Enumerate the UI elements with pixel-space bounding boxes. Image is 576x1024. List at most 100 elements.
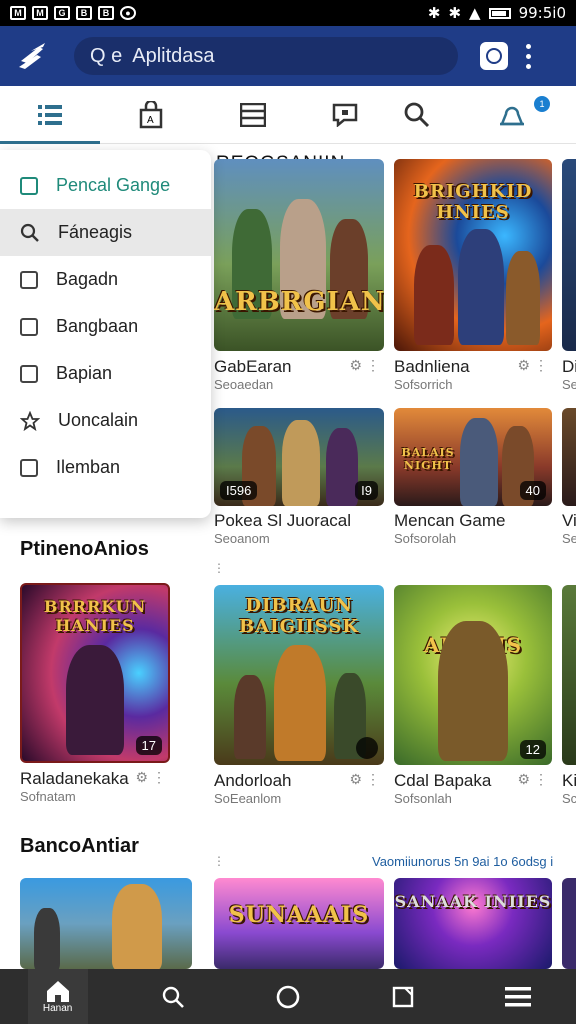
settings-icon[interactable]: ⚙ ⋮ xyxy=(350,357,380,374)
game-card[interactable]: BRIGHKID HNIES Badnliena Sofsorrich ⚙ ⋮ xyxy=(394,159,552,392)
shopping-bag-icon: A xyxy=(139,100,163,128)
game-subtitle: Sofsorrich xyxy=(394,377,453,392)
game-card[interactable]: SUNAAAIS xyxy=(214,878,384,969)
game-thumbnail[interactable]: BALAIS NIGHT 40 xyxy=(394,408,552,506)
game-thumbnail[interactable]: ARBRGIAN xyxy=(214,159,384,351)
menu-item[interactable]: Fáneagis xyxy=(0,209,211,256)
tab-notifications[interactable]: 1 xyxy=(448,86,576,144)
nav-recents[interactable] xyxy=(373,969,433,1024)
game-thumbnail[interactable]: SUNAAAIS xyxy=(214,878,384,969)
more-icon: ⋮ xyxy=(213,561,225,575)
game-thumbnail[interactable] xyxy=(562,159,576,351)
game-subtitle: Sofsorolah xyxy=(394,531,457,546)
home-icon xyxy=(46,981,69,1002)
menu-item[interactable]: Uoncalain xyxy=(0,397,211,444)
dropdown-menu: Pencal Gange Fáneagis Bagadn Bangbaan Ba… xyxy=(0,150,211,518)
settings-icon[interactable]: ⚙ ⋮ xyxy=(518,357,548,374)
game-thumbnail[interactable] xyxy=(562,408,576,506)
see-more-link[interactable]: Vaomiiunorus 5n 9ai 1o 6odsg i xyxy=(372,854,553,869)
circle-icon xyxy=(276,985,300,1008)
menu-item-label: Bagadn xyxy=(56,269,119,289)
settings-icon[interactable]: ⚙ ⋮ xyxy=(518,771,548,788)
game-subtitle: Sofnatam xyxy=(20,789,76,804)
game-card[interactable] xyxy=(20,878,192,969)
notification-icon: B xyxy=(98,6,114,20)
app-bar: Q e Aplitdasa xyxy=(0,26,576,86)
up-arrow-icon xyxy=(20,364,38,383)
menu-item[interactable]: Ilemban xyxy=(0,444,211,491)
photo-icon xyxy=(20,317,38,336)
search-icon xyxy=(404,102,430,127)
menu-item[interactable]: Bangbaan xyxy=(0,303,211,350)
game-thumbnail[interactable] xyxy=(562,878,576,969)
game-card[interactable]: DIBRAUN BAIGIISSK Andorloah SoEeanlom ⚙ … xyxy=(214,585,384,806)
game-thumbnail[interactable]: BRRRKUN HANIES 17 xyxy=(20,583,170,763)
menu-item-label: Uoncalain xyxy=(58,410,139,430)
tab-store[interactable]: A xyxy=(100,86,202,144)
tab-messages[interactable] xyxy=(304,86,386,144)
game-card[interactable]: Ki Sc xyxy=(562,585,576,806)
app-logo-icon[interactable] xyxy=(12,36,52,76)
game-thumbnail[interactable]: DIBRAUN BAIGIISSK xyxy=(214,585,384,765)
game-subtitle: SoEeanlom xyxy=(214,791,282,806)
game-card[interactable]: ARHOIS 12 Cdal Bapaka Sofsonlah ⚙ ⋮ xyxy=(394,585,552,806)
notification-icon xyxy=(500,106,524,125)
tab-list[interactable] xyxy=(0,86,100,144)
game-thumbnail[interactable]: ARHOIS 12 xyxy=(394,585,552,765)
game-subtitle: Seoanom xyxy=(214,531,270,546)
menu-item[interactable]: Bagadn xyxy=(0,256,211,303)
section-title: BancoAntiar xyxy=(20,835,139,857)
tab-search[interactable] xyxy=(386,86,448,144)
game-thumbnail[interactable]: BRIGHKID HNIES xyxy=(394,159,552,351)
game-subtitle: Sc xyxy=(562,791,576,806)
notification-icon: G xyxy=(54,6,70,20)
vibrate-icon: ✱ xyxy=(448,4,462,22)
tab-bar: A 1 xyxy=(0,86,576,144)
game-card[interactable]: BALAIS NIGHT 40 Mencan Game Sofsorolah xyxy=(394,408,552,546)
svg-text:A: A xyxy=(147,115,154,126)
game-thumbnail[interactable] xyxy=(20,878,192,969)
game-card[interactable]: BRRRKUN HANIES 17 Raladanekaka Sofnatam … xyxy=(20,583,170,804)
game-card[interactable]: ARBRGIAN GabEaran Seoaedan ⚙ ⋮ xyxy=(214,159,384,392)
message-icon xyxy=(332,103,358,127)
nav-home-button[interactable] xyxy=(258,969,318,1024)
game-card[interactable]: Di Se xyxy=(562,159,576,392)
game-card[interactable] xyxy=(562,878,576,969)
square-icon xyxy=(20,176,38,195)
menu-item-label: Bangbaan xyxy=(56,316,139,336)
search-prefix: Q e xyxy=(90,44,123,67)
nav-label: Hanan xyxy=(42,1003,73,1014)
search-input[interactable]: Q e Aplitdasa xyxy=(74,37,458,75)
game-thumbnail[interactable] xyxy=(562,585,576,765)
game-art-title: BRRRKUN HANIES xyxy=(43,597,147,635)
game-badge: 12 xyxy=(519,740,546,759)
nav-menu[interactable] xyxy=(488,969,548,1024)
game-art-title: ARBRGIAN xyxy=(214,287,384,317)
game-thumbnail[interactable]: SANAAK INIIES xyxy=(394,878,552,969)
library-icon xyxy=(240,102,266,127)
bluetooth-icon: ✱ xyxy=(427,4,441,22)
game-subtitle: Se xyxy=(562,531,576,546)
game-card[interactable]: SANAAK INIIES xyxy=(394,878,552,969)
settings-icon[interactable]: ⚙ ⋮ xyxy=(350,771,380,788)
wifi-icon: ▲ xyxy=(469,4,481,22)
game-thumbnail[interactable]: I596 I9 xyxy=(214,408,384,506)
battery-icon xyxy=(488,7,511,19)
game-art-title: BRIGHKID HNIES xyxy=(413,181,533,223)
game-card[interactable]: I596 I9 Pokea Sl Juoracal Seoanom xyxy=(214,408,384,546)
game-badge: 17 xyxy=(135,736,162,755)
menu-item[interactable]: Bapian xyxy=(0,350,211,397)
game-title: Di xyxy=(562,357,576,376)
square-icon xyxy=(392,986,414,1007)
tab-library[interactable] xyxy=(202,86,304,144)
nav-search[interactable] xyxy=(143,969,203,1024)
more-options-icon[interactable] xyxy=(526,43,532,69)
camera-icon[interactable] xyxy=(480,42,508,70)
game-art-title: SANAAK INIIES xyxy=(394,892,552,911)
nav-home[interactable]: Hanan xyxy=(27,969,88,1024)
game-subtitle: Seoaedan xyxy=(214,377,274,392)
menu-item[interactable]: Pencal Gange xyxy=(0,162,211,209)
settings-icon[interactable]: ⚙ ⋮ xyxy=(136,769,166,786)
game-card[interactable]: Vi Se xyxy=(562,408,576,546)
game-badge: I9 xyxy=(355,481,378,500)
